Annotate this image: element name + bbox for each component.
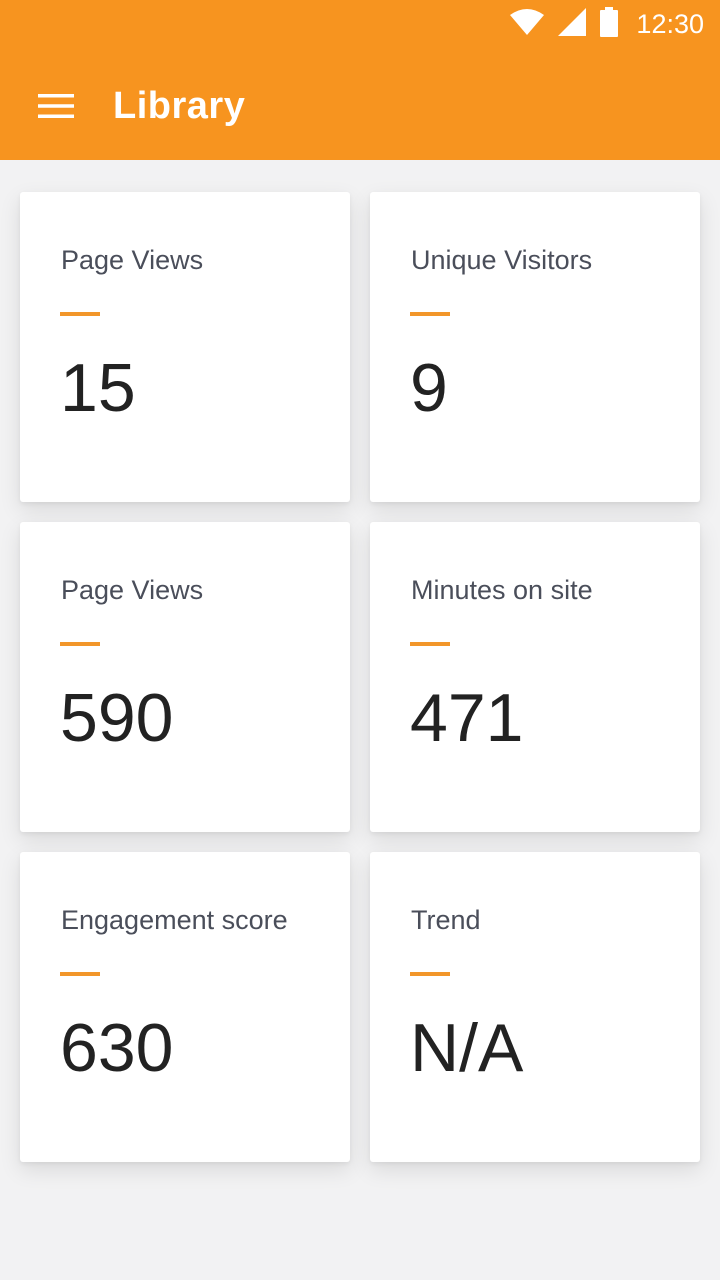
stat-card-accent-line bbox=[60, 642, 100, 646]
app-bar: 12:30 Library bbox=[0, 0, 720, 160]
stat-card-value: 15 bbox=[60, 350, 136, 426]
stat-card-page-views[interactable]: Page Views 15 bbox=[20, 192, 350, 502]
stat-card-minutes-on-site[interactable]: Minutes on site 471 bbox=[370, 522, 700, 832]
stat-card-label: Engagement score bbox=[61, 905, 288, 935]
stat-card-page-views-2[interactable]: Page Views 590 bbox=[20, 522, 350, 832]
battery-icon bbox=[600, 6, 619, 42]
cell-signal-icon bbox=[558, 7, 587, 41]
stat-card-accent-line bbox=[60, 312, 100, 316]
stat-card-value: N/A bbox=[410, 1010, 524, 1086]
stat-card-accent-line bbox=[60, 972, 100, 976]
stat-card-label: Trend bbox=[411, 905, 481, 935]
page-title: Library bbox=[113, 85, 246, 127]
stat-card-label: Minutes on site bbox=[411, 575, 593, 605]
stat-card-label: Unique Visitors bbox=[411, 245, 593, 275]
status-bar: 12:30 bbox=[0, 0, 720, 48]
status-icons: 12:30 bbox=[510, 6, 704, 42]
stat-card-accent-line bbox=[410, 312, 450, 316]
stats-grid: Page Views 15 Unique Visitors 9 Page Vie… bbox=[20, 192, 700, 1162]
wifi-icon bbox=[510, 8, 545, 40]
menu-button[interactable] bbox=[24, 76, 88, 140]
stat-card-label: Page Views bbox=[61, 575, 204, 605]
stat-card-accent-line bbox=[410, 972, 450, 976]
stat-card-engagement-score[interactable]: Engagement score 630 bbox=[20, 852, 350, 1162]
stat-card-value: 630 bbox=[60, 1010, 174, 1086]
stat-card-trend[interactable]: Trend N/A bbox=[370, 852, 700, 1162]
stat-card-value: 9 bbox=[410, 350, 448, 426]
hamburger-menu-icon bbox=[38, 93, 74, 123]
stat-card-value: 590 bbox=[60, 680, 174, 756]
status-time: 12:30 bbox=[636, 9, 704, 39]
stat-card-value: 471 bbox=[410, 680, 524, 756]
stat-card-unique-visitors[interactable]: Unique Visitors 9 bbox=[370, 192, 700, 502]
stat-card-accent-line bbox=[410, 642, 450, 646]
toolbar: Library bbox=[0, 48, 720, 160]
stat-card-label: Page Views bbox=[61, 245, 204, 275]
